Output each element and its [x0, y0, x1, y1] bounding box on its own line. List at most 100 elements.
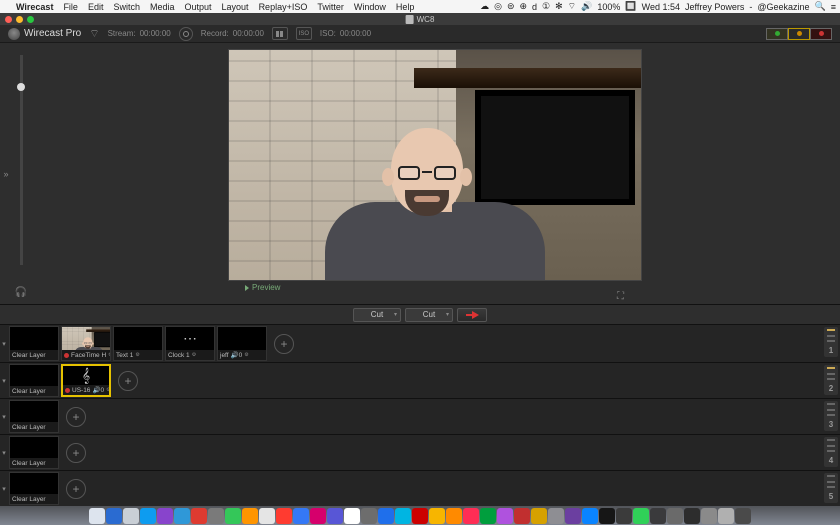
shot[interactable]: Clear Layer	[9, 364, 59, 397]
dock-app[interactable]	[378, 508, 394, 524]
dock-app[interactable]	[718, 508, 734, 524]
minimize-button[interactable]	[16, 16, 23, 23]
preview-monitor[interactable]	[228, 49, 642, 281]
wifi-status-icon[interactable]: ⌔	[89, 27, 99, 41]
menu-media[interactable]: Media	[150, 2, 175, 12]
dock-app[interactable]	[106, 508, 122, 524]
dock-app[interactable]	[735, 508, 751, 524]
dock-app[interactable]	[191, 508, 207, 524]
layer-collapse-toggle[interactable]: ▾	[0, 399, 8, 434]
dock-app[interactable]	[242, 508, 258, 524]
add-shot-button[interactable]: +	[274, 334, 294, 354]
wifi-icon[interactable]: ⌔	[568, 1, 576, 12]
record-button[interactable]	[272, 27, 288, 40]
battery-icon[interactable]: 🔲	[625, 1, 636, 12]
dock-app[interactable]	[344, 508, 360, 524]
gear-icon[interactable]: ⚙	[244, 352, 248, 358]
window-titlebar[interactable]: WC8	[0, 13, 840, 25]
menu-edit[interactable]: Edit	[88, 2, 104, 12]
dock-app[interactable]	[701, 508, 717, 524]
menu-window[interactable]: Window	[354, 2, 386, 12]
dock-app[interactable]	[463, 508, 479, 524]
dock-app[interactable]	[89, 508, 105, 524]
menu-layout[interactable]: Layout	[222, 2, 249, 12]
dock-app[interactable]	[174, 508, 190, 524]
shot[interactable]: 𝄞US-16 🔊0 ⚙	[61, 364, 111, 397]
dock-app[interactable]	[293, 508, 309, 524]
stream-button[interactable]	[179, 27, 193, 41]
shot[interactable]: ⋯Clock 1 ⚙	[165, 326, 215, 361]
layer-collapse-toggle[interactable]: ▾	[0, 363, 8, 398]
menubar-user[interactable]: Jeffrey Powers	[685, 2, 744, 12]
shot[interactable]: Clear Layer	[9, 472, 59, 505]
add-shot-button[interactable]: +	[66, 443, 86, 463]
gear-icon[interactable]: ⚙	[108, 352, 110, 358]
close-button[interactable]	[5, 16, 12, 23]
dock-app[interactable]	[531, 508, 547, 524]
iso-button[interactable]: ISO	[296, 27, 312, 40]
dock-app[interactable]	[599, 508, 615, 524]
layer-badge[interactable]: 1	[824, 327, 838, 357]
status-icon[interactable]: ①	[542, 1, 550, 12]
dock-app[interactable]	[514, 508, 530, 524]
layer-badge[interactable]: 3	[824, 401, 838, 431]
volume-handle[interactable]	[17, 83, 25, 91]
output-box-2[interactable]	[788, 28, 810, 40]
app-menu[interactable]: Wirecast	[16, 2, 53, 12]
spotlight-icon[interactable]: 🔍	[815, 1, 826, 12]
dock-app[interactable]	[208, 508, 224, 524]
dock-app[interactable]	[480, 508, 496, 524]
dock-app[interactable]	[327, 508, 343, 524]
add-shot-button[interactable]: +	[118, 371, 138, 391]
dock-app[interactable]	[361, 508, 377, 524]
dock-app[interactable]	[140, 508, 156, 524]
dock-app[interactable]	[157, 508, 173, 524]
menu-help[interactable]: Help	[396, 2, 415, 12]
menubar-clock[interactable]: Wed 1:54	[642, 2, 680, 12]
shot[interactable]: Clear Layer	[9, 400, 59, 433]
gear-icon[interactable]: ⚙	[192, 352, 196, 358]
transition-left-button[interactable]: Cut▾	[353, 308, 401, 322]
dock-app[interactable]	[412, 508, 428, 524]
output-box-3[interactable]	[810, 28, 832, 40]
chevron-down-icon[interactable]: ▾	[446, 311, 449, 318]
aspect-ratio-icon[interactable]: ⛶	[617, 291, 624, 302]
panel-expand-button[interactable]: »	[0, 43, 12, 304]
output-box-1[interactable]	[766, 28, 788, 40]
shot[interactable]: Text 1 ⚙	[113, 326, 163, 361]
dock-app[interactable]	[276, 508, 292, 524]
shot[interactable]: jeff 🔊0 ⚙	[217, 326, 267, 361]
status-icon[interactable]: d	[532, 2, 537, 12]
headphones-icon[interactable]: 🎧	[15, 287, 27, 298]
layer-badge[interactable]: 2	[824, 365, 838, 395]
chevron-down-icon[interactable]: ▾	[394, 311, 397, 318]
status-icon[interactable]: ⊜	[507, 1, 515, 12]
status-icon[interactable]: ☁	[480, 1, 489, 12]
zoom-button[interactable]	[27, 16, 34, 23]
transition-right-button[interactable]: Cut▾	[405, 308, 453, 322]
add-shot-button[interactable]: +	[66, 479, 86, 499]
shot[interactable]: FaceTime H ⚙	[61, 326, 111, 361]
status-icon[interactable]: ◎	[494, 1, 502, 12]
menu-extra-icon[interactable]: ≡	[831, 2, 836, 12]
dock-app[interactable]	[395, 508, 411, 524]
dock-app[interactable]	[123, 508, 139, 524]
dock-app[interactable]	[225, 508, 241, 524]
go-button[interactable]	[457, 308, 487, 322]
dock-app[interactable]	[582, 508, 598, 524]
gear-icon[interactable]: ⚙	[106, 387, 109, 393]
layer-badge[interactable]: 4	[824, 437, 838, 467]
dock-app[interactable]	[310, 508, 326, 524]
status-icon[interactable]: ⊕	[519, 1, 527, 12]
dock-app[interactable]	[684, 508, 700, 524]
dock-app[interactable]	[650, 508, 666, 524]
layer-badge[interactable]: 5	[824, 473, 838, 503]
menu-replay-iso[interactable]: Replay+ISO	[259, 2, 308, 12]
menubar-handle[interactable]: @Geekazine	[757, 2, 809, 12]
dock-app[interactable]	[633, 508, 649, 524]
dock-app[interactable]	[429, 508, 445, 524]
dock-app[interactable]	[616, 508, 632, 524]
menu-twitter[interactable]: Twitter	[317, 2, 344, 12]
bluetooth-icon[interactable]: ✻	[555, 1, 563, 12]
dock-app[interactable]	[565, 508, 581, 524]
